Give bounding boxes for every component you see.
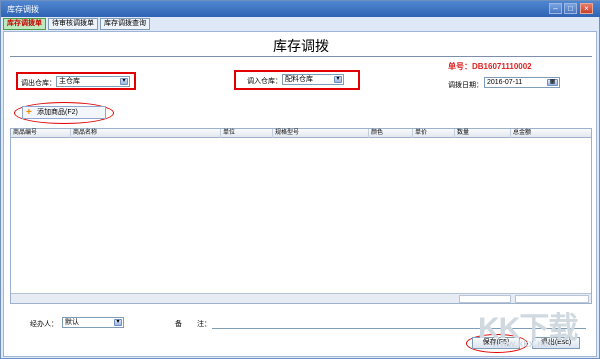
- maximize-button[interactable]: □: [564, 3, 577, 14]
- col-product-name[interactable]: 商品名称: [71, 129, 221, 138]
- tab-pending-review[interactable]: 待审核调拨单: [48, 18, 98, 30]
- handler-label: 经办人：: [30, 321, 58, 328]
- calendar-icon[interactable]: ▦: [547, 79, 558, 86]
- page-title: 库存调拨: [273, 38, 329, 54]
- out-warehouse-label: 调出仓库：: [21, 80, 56, 87]
- in-warehouse-select[interactable]: 配料仓库 ▾: [282, 74, 344, 85]
- minimize-button[interactable]: –: [549, 3, 562, 14]
- col-total-amount[interactable]: 总金额: [511, 129, 591, 138]
- watermark-logo: KK下载 www.kkx.net: [478, 303, 598, 355]
- col-product-code[interactable]: 商品编号: [11, 129, 71, 138]
- add-product-label: 添加商品(F2): [37, 109, 78, 116]
- chevron-down-icon[interactable]: ▾: [114, 319, 122, 326]
- memo-label-a: 备: [175, 321, 182, 328]
- transfer-date-picker[interactable]: 2016-07-11 ▦: [484, 77, 560, 88]
- plus-icon: +: [26, 107, 32, 118]
- watermark-site: www.kkx.net: [492, 339, 553, 350]
- window-title: 库存调拨: [7, 5, 39, 14]
- tab-transfer-query[interactable]: 库存调拨查询: [100, 18, 150, 30]
- tab-bar: 库存调拨单 待审核调拨单 库存调拨查询: [3, 18, 150, 30]
- col-unit-price[interactable]: 单价: [413, 129, 455, 138]
- in-warehouse-value: 配料仓库: [285, 76, 313, 83]
- amount-total-cell: [515, 295, 589, 303]
- handler-value: 默认: [65, 319, 79, 326]
- title-bar: 库存调拨 – □ ×: [1, 1, 600, 17]
- add-product-button[interactable]: + 添加商品(F2): [22, 106, 106, 119]
- title-underline: [10, 56, 592, 57]
- quantity-total-cell: [459, 295, 511, 303]
- window: 库存调拨 – □ × 库存调拨单 待审核调拨单 库存调拨查询 库存调拨 单号：D…: [0, 0, 600, 359]
- out-warehouse-select[interactable]: 主仓库 ▾: [56, 76, 130, 87]
- grid-header: 商品编号 商品名称 单位 规格型号 颜色 单价 数量 总金额: [11, 129, 591, 138]
- col-spec[interactable]: 规格型号: [273, 129, 369, 138]
- out-warehouse-value: 主仓库: [59, 78, 80, 85]
- col-quantity[interactable]: 数量: [455, 129, 511, 138]
- in-warehouse-label: 调入仓库：: [247, 78, 282, 85]
- transfer-date-label: 调拨日期：: [448, 82, 483, 89]
- chevron-down-icon[interactable]: ▾: [120, 78, 128, 85]
- handler-select[interactable]: 默认 ▾: [62, 317, 124, 328]
- col-unit[interactable]: 单位: [221, 129, 273, 138]
- product-grid: 商品编号 商品名称 单位 规格型号 颜色 单价 数量 总金额: [10, 128, 592, 304]
- col-color[interactable]: 颜色: [369, 129, 413, 138]
- memo-label-b: 注：: [197, 321, 211, 328]
- grid-summary-bar: [11, 293, 591, 303]
- doc-number: 单号：DB16071110002: [448, 62, 532, 71]
- chevron-down-icon[interactable]: ▾: [334, 76, 342, 83]
- close-button[interactable]: ×: [580, 3, 593, 14]
- transfer-date-value: 2016-07-11: [487, 79, 523, 86]
- tab-transfer-order[interactable]: 库存调拨单: [3, 18, 46, 30]
